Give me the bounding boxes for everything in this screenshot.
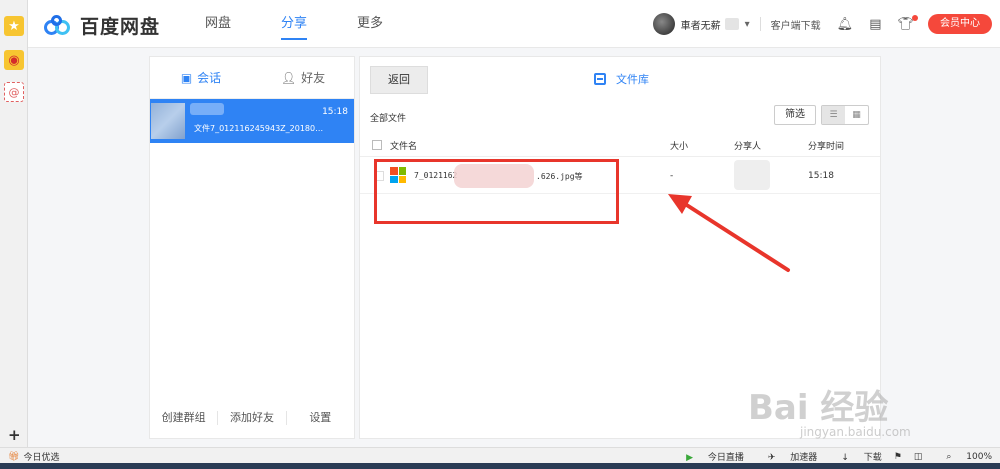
nav-netdisk[interactable]: 网盘 <box>192 0 244 48</box>
notification-dot <box>912 14 918 21</box>
settings-button[interactable]: 设置 <box>287 411 354 425</box>
table-header: 文件名 大小 分享人 分享时间 <box>360 133 880 157</box>
browser-sidebar: ★ ◉ @ + <box>0 0 28 447</box>
create-group-button[interactable]: 创建群组 <box>150 411 219 425</box>
top-header: 百度网盘 网盘 分享 更多 車者无薪 ▾ 客户端下载 🔔︎ ▤ 👕︎ 会员中心 <box>28 0 1000 48</box>
weibo-icon[interactable]: ◉ <box>4 50 24 70</box>
chat-footer: 创建群组 添加好友 设置 <box>150 398 354 438</box>
vip-center-button[interactable]: 会员中心 <box>928 14 992 34</box>
divider <box>759 17 761 31</box>
cloud-logo-icon <box>44 14 74 37</box>
col-share-time[interactable]: 分享时间 <box>808 139 844 152</box>
speaker-icon[interactable]: ◫ <box>914 452 923 462</box>
chat-panel: ▣ 会话 👤︎ 好友 15:18 文件7_012116245943Z_20180… <box>149 56 355 439</box>
user-avatar[interactable] <box>652 13 675 35</box>
chat-tabs: ▣ 会话 👤︎ 好友 <box>150 57 354 99</box>
mail-icon[interactable]: @ <box>4 82 24 102</box>
statusbar-left: 🎁︎ 今日优选 <box>8 450 59 464</box>
file-size: - <box>670 171 674 181</box>
col-size[interactable]: 大小 <box>670 139 688 152</box>
chevron-down-icon[interactable]: ▾ <box>745 19 750 30</box>
tab-friends[interactable]: 👤︎ 好友 <box>252 57 354 98</box>
back-button[interactable]: 返回 <box>370 66 428 94</box>
download-item[interactable]: ↓ 下载 <box>829 450 881 463</box>
list-view-icon[interactable]: ☰ <box>822 106 845 124</box>
username-blur <box>724 18 739 30</box>
play-icon: ▶ <box>686 453 693 463</box>
browser-statusbar: 🎁︎ 今日优选 ▶ 今日直播 ✈ 加速器 ↓ 下载 ⚑ ◫ ⌕ 100% <box>0 447 1000 463</box>
user-area: 車者无薪 ▾ 客户端下载 🔔︎ ▤ 👕︎ 会员中心 <box>652 0 1000 48</box>
accelerator-item[interactable]: ✈ 加速器 <box>756 450 817 463</box>
favorites-star-icon[interactable]: ★ <box>4 16 24 36</box>
tshirt-icon[interactable]: 👕︎ <box>897 14 918 32</box>
tab-friends-label: 好友 <box>301 71 326 85</box>
magnifier-icon: ⌕ <box>946 451 952 462</box>
gift-icon: 🎁︎ <box>8 451 20 462</box>
friends-icon: 👤︎ <box>280 70 297 85</box>
annotation-arrow <box>668 194 790 272</box>
select-all-checkbox[interactable] <box>372 140 382 150</box>
chat-bubble-icon: ▣ <box>180 70 193 85</box>
download-icon: ↓ <box>841 453 849 463</box>
conversation-avatar <box>151 103 185 139</box>
username[interactable]: 車者无薪 <box>681 17 721 32</box>
all-files-breadcrumb[interactable]: 全部文件 <box>370 111 406 124</box>
today-picks[interactable]: 今日优选 <box>23 450 59 463</box>
live-stream-item[interactable]: ▶ 今日直播 <box>674 450 744 463</box>
sharer-blur <box>734 160 770 190</box>
windows-taskbar <box>0 463 1000 469</box>
watermark: Bai 经验 <box>748 388 889 428</box>
grid-view-icon[interactable]: ▦ <box>845 106 868 124</box>
rocket-icon: ✈ <box>767 453 776 463</box>
add-friend-button[interactable]: 添加好友 <box>218 411 287 425</box>
nav-more[interactable]: 更多 <box>344 0 396 48</box>
flag-icon[interactable]: ⚑ <box>894 452 902 462</box>
client-download-link[interactable]: 客户端下载 <box>771 17 821 32</box>
zoom-level[interactable]: ⌕ 100% <box>934 452 992 462</box>
conversation-item[interactable]: 15:18 文件7_012116245943Z_20180… <box>150 99 354 143</box>
col-filename[interactable]: 文件名 <box>390 139 417 152</box>
library-title: 文件库 <box>594 71 649 87</box>
nav-share[interactable]: 分享 <box>268 0 320 48</box>
baidu-netdisk-logo[interactable]: 百度网盘 <box>44 12 160 39</box>
watermark-url: jingyan.baidu.com <box>800 425 911 439</box>
logo-text: 百度网盘 <box>80 16 161 38</box>
file-share-time: 15:18 <box>808 171 834 181</box>
library-icon <box>594 73 606 85</box>
main-nav: 网盘 分享 更多 <box>192 0 420 48</box>
conversation-name-blur <box>190 103 224 115</box>
bell-icon[interactable]: 🔔︎ <box>837 17 854 32</box>
conversation-preview: 文件7_012116245943Z_20180… <box>194 124 324 133</box>
filter-button[interactable]: 筛选 <box>774 105 816 125</box>
add-icon[interactable]: + <box>8 426 21 444</box>
statusbar-right: ▶ 今日直播 ✈ 加速器 ↓ 下载 ⚑ ◫ ⌕ 100% <box>662 450 992 464</box>
clipboard-icon[interactable]: ▤ <box>869 17 881 32</box>
view-toggle: ☰ ▦ <box>821 105 869 125</box>
library-title-text: 文件库 <box>616 73 649 86</box>
tab-conversations-label: 会话 <box>197 71 222 85</box>
col-sharer[interactable]: 分享人 <box>734 139 761 152</box>
highlight-box <box>374 159 619 224</box>
tab-conversations[interactable]: ▣ 会话 <box>150 57 252 98</box>
conversation-time: 15:18 <box>322 107 348 117</box>
